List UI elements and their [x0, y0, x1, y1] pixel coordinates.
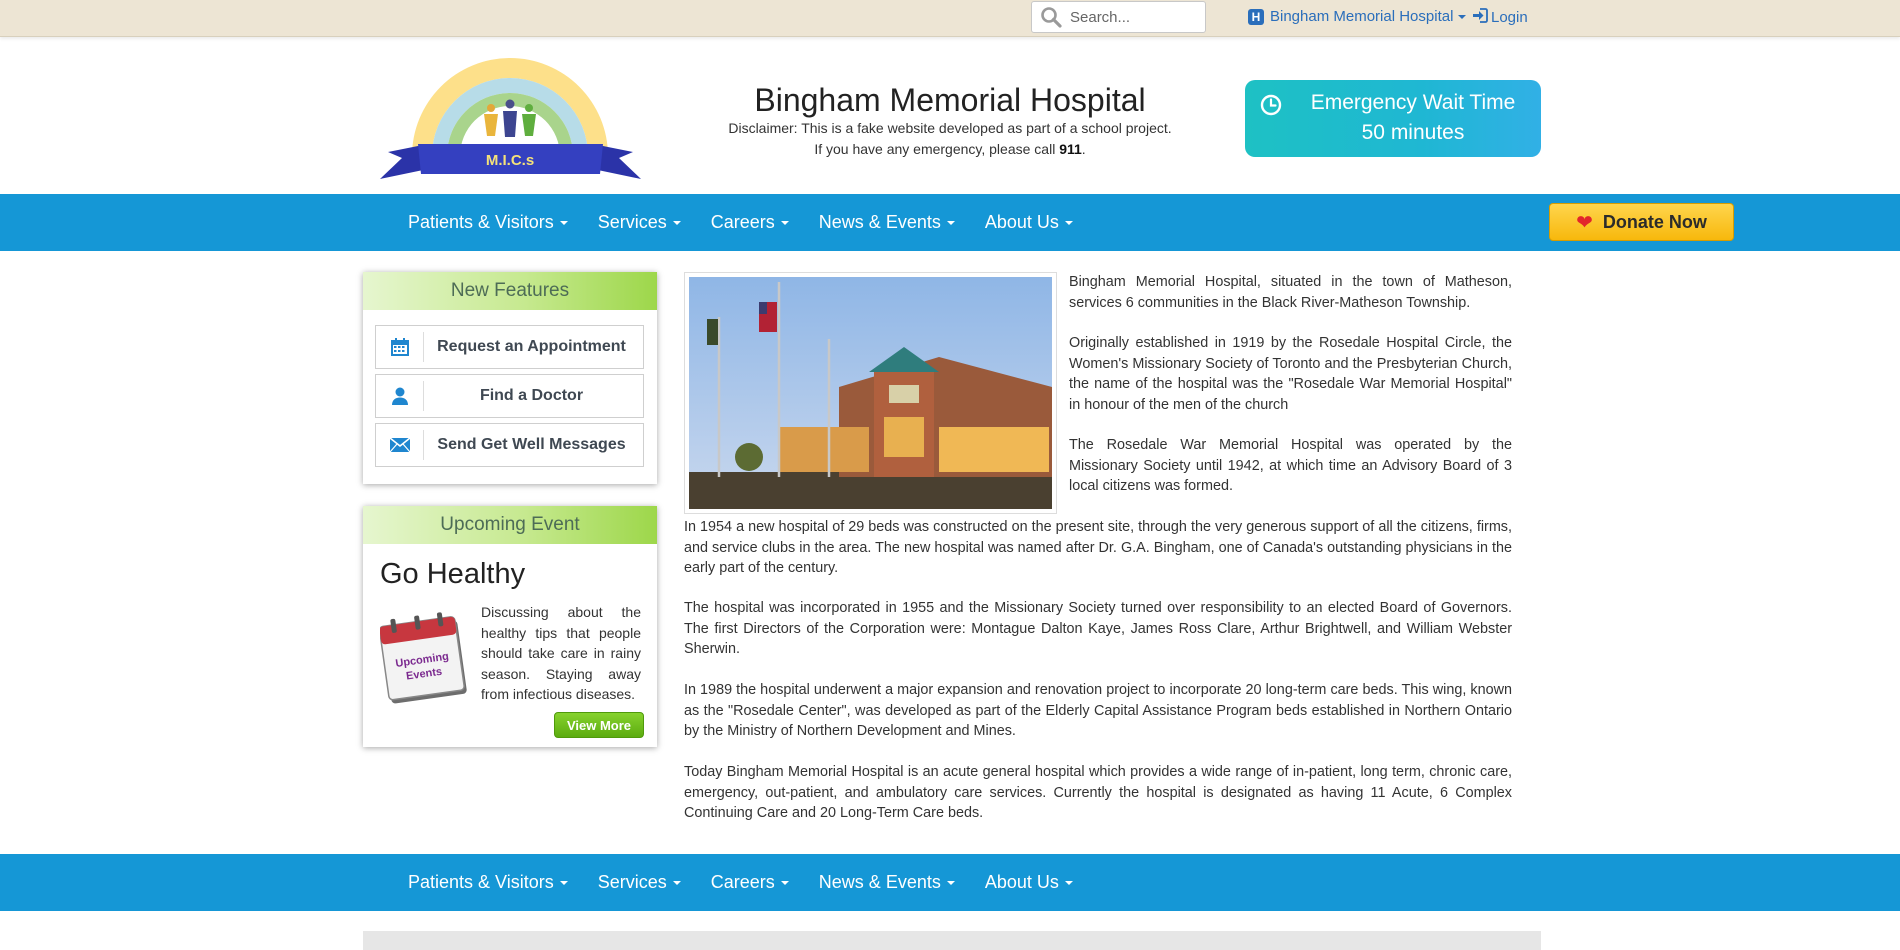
upcoming-event-heading: Upcoming Event	[363, 506, 657, 544]
history-paragraph-3: The Rosedale War Memorial Hospital was o…	[1069, 437, 1512, 494]
footer-navbar: Patients & Visitors Services Careers New…	[0, 854, 1900, 911]
nav-label: Careers	[710, 872, 775, 892]
login-label: Login	[1491, 9, 1528, 26]
request-appointment-label: Request an Appointment	[437, 338, 626, 355]
find-doctor-button[interactable]: Find a Doctor	[375, 374, 644, 418]
disclaimer-period: .	[1081, 141, 1086, 157]
event-description: Discussing about the healthy tips that p…	[481, 604, 641, 702]
user-icon	[376, 381, 424, 411]
nav-label: Patients & Visitors	[408, 212, 554, 232]
view-more-button[interactable]: View More	[554, 712, 644, 738]
nav-services[interactable]: Services	[598, 212, 681, 233]
donate-label: Donate Now	[1602, 211, 1707, 232]
footer-nav-about-us[interactable]: About Us	[985, 872, 1073, 893]
nav-label: About Us	[984, 872, 1059, 892]
find-doctor-label: Find a Doctor	[479, 387, 584, 404]
logo-text: M.I.C.s	[486, 152, 534, 169]
calendar-icon	[376, 332, 424, 362]
disclaimer-line-2-text: If you have any emergency, please call	[814, 141, 1060, 157]
upcoming-events-calendar-image: Upcoming Events	[378, 611, 468, 706]
nav-news-events[interactable]: News & Events	[819, 212, 955, 233]
disclaimer-line-1: Disclaimer: This is a fake website devel…	[728, 120, 1172, 136]
hospital-logo[interactable]: M.I.C.s	[378, 56, 643, 184]
nav-careers[interactable]: Careers	[711, 212, 789, 233]
chevron-down-icon	[946, 220, 955, 225]
nav-about-us[interactable]: About Us	[985, 212, 1073, 233]
footer-nav-patients-visitors[interactable]: Patients & Visitors	[408, 872, 568, 893]
chevron-down-icon	[672, 220, 681, 225]
footer-nav-news-events[interactable]: News & Events	[819, 872, 955, 893]
chevron-down-icon	[672, 880, 681, 885]
chevron-down-icon	[780, 880, 789, 885]
nav-label: Careers	[710, 212, 775, 232]
chevron-down-icon	[1458, 14, 1467, 19]
chevron-down-icon	[1064, 880, 1073, 885]
history-paragraph-4: In 1954 a new hospital of 29 beds was co…	[684, 519, 1512, 576]
chevron-down-icon	[946, 880, 955, 885]
main-navbar: Patients & Visitors Services Careers New…	[0, 194, 1900, 251]
send-get-well-button[interactable]: Send Get Well Messages	[375, 423, 644, 467]
disclaimer-line-2: If you have any emergency, please call 9…	[700, 139, 1200, 160]
nav-label: Services	[597, 872, 667, 892]
event-title: Go Healthy	[380, 558, 526, 590]
nav-label: About Us	[984, 212, 1059, 232]
footer-nav-careers[interactable]: Careers	[711, 872, 789, 893]
history-paragraph-1: Bingham Memorial Hospital, situated in t…	[1069, 274, 1512, 311]
hospital-building-photo	[684, 272, 1057, 514]
chevron-down-icon	[559, 880, 568, 885]
chevron-down-icon	[1064, 220, 1073, 225]
new-features-heading: New Features	[363, 272, 657, 310]
send-get-well-label: Send Get Well Messages	[437, 436, 626, 453]
emergency-number: 911	[1059, 141, 1082, 157]
new-features-widget: New Features Request an Appointment Find…	[363, 272, 657, 484]
login-icon	[1472, 8, 1488, 27]
emergency-wait-time-panel: Emergency Wait Time 50 minutes	[1245, 80, 1541, 157]
hospital-selector-label: Bingham Memorial Hospital	[1270, 8, 1454, 25]
er-title: Emergency Wait Time	[1310, 91, 1516, 114]
donate-button[interactable]: ❤ Donate Now	[1549, 203, 1734, 241]
nav-label: Patients & Visitors	[408, 872, 554, 892]
hospital-icon: H	[1248, 8, 1264, 25]
nav-patients-visitors[interactable]: Patients & Visitors	[408, 212, 568, 233]
nav-label: News & Events	[818, 872, 941, 892]
history-paragraph-6: In 1989 the hospital underwent a major e…	[684, 682, 1512, 739]
upcoming-event-widget: Upcoming Event Go Healthy Upcoming Event…	[363, 506, 657, 747]
nav-label: Services	[597, 212, 667, 232]
chevron-down-icon	[780, 220, 789, 225]
heart-icon: ❤	[1576, 211, 1593, 234]
nav-label: News & Events	[818, 212, 941, 232]
search-box[interactable]	[1031, 1, 1206, 33]
disclaimer: Disclaimer: This is a fake website devel…	[700, 118, 1200, 160]
top-utility-bar: H Bingham Memorial Hospital Login	[0, 0, 1900, 37]
search-input[interactable]	[1070, 8, 1200, 26]
hospital-selector[interactable]: H Bingham Memorial Hospital	[1248, 8, 1467, 25]
er-wait-time: 50 minutes	[1361, 121, 1465, 144]
request-appointment-button[interactable]: Request an Appointment	[375, 325, 644, 369]
history-paragraph-5: The hospital was incorporated in 1955 an…	[684, 600, 1512, 657]
footer-panel	[363, 931, 1541, 950]
login-link[interactable]: Login	[1472, 8, 1528, 27]
envelope-icon	[376, 430, 424, 460]
history-paragraph-7: Today Bingham Memorial Hospital is an ac…	[684, 764, 1512, 821]
chevron-down-icon	[559, 220, 568, 225]
footer-nav-services[interactable]: Services	[598, 872, 681, 893]
history-paragraph-2: Originally established in 1919 by the Ro…	[1069, 335, 1512, 413]
site-title: Bingham Memorial Hospital	[754, 82, 1146, 118]
search-icon[interactable]	[1036, 2, 1066, 32]
